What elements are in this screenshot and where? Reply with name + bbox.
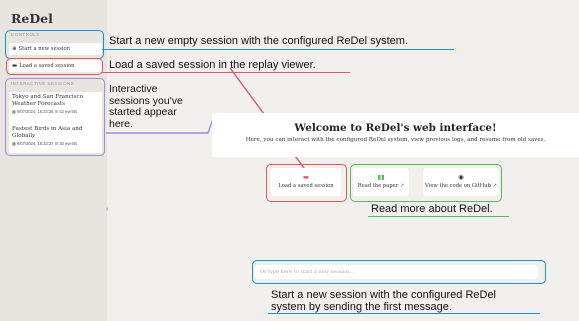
input-annotation: Start a new session with the configured … — [271, 289, 496, 313]
links-highlight-box — [350, 164, 502, 202]
read-more-annotation: Read more about ReDel. — [371, 203, 493, 215]
welcome-subtitle: Here, you can interact with the configur… — [245, 137, 546, 143]
load-saved-highlight-box — [6, 58, 103, 75]
sessions-annotation: Interactive sessions you've started appe… — [109, 83, 183, 130]
load-saved-card-highlight-box — [266, 164, 347, 202]
welcome-title: Welcome to ReDel's web interface! — [294, 122, 497, 134]
load-saved-underline — [102, 72, 350, 74]
sessions-annotation-line: started appear — [109, 106, 177, 118]
start-new-annotation: Start a new empty session with the confi… — [109, 35, 408, 47]
sessions-annotation-line: Interactive — [109, 83, 158, 95]
load-saved-annotation: Load a saved session in the replay viewe… — [109, 59, 316, 71]
input-underline — [268, 313, 540, 315]
read-more-underline — [368, 216, 509, 218]
start-new-underline — [102, 49, 454, 51]
input-annotation-line: system by sending the first message. — [271, 301, 452, 313]
input-annotation-line: Start a new session with the configured … — [271, 289, 497, 301]
input-highlight-box — [252, 260, 546, 284]
sessions-highlight-box — [5, 78, 105, 156]
sessions-annotation-line: here. — [109, 117, 133, 130]
welcome-panel: Welcome to ReDel's web interface! Here, … — [212, 113, 579, 157]
start-new-highlight-box — [5, 30, 104, 59]
